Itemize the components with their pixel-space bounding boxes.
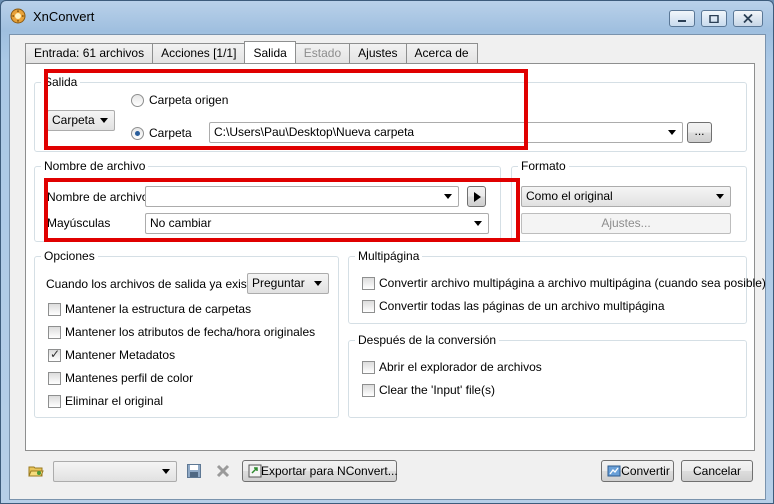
multipage-group: Multipágina Convertir archivo multipágin… bbox=[348, 249, 766, 324]
preset-combo[interactable] bbox=[53, 461, 177, 482]
multipage-to-multipage-label: Convertir archivo multipágina a archivo … bbox=[379, 276, 766, 290]
minimize-button[interactable] bbox=[669, 10, 695, 27]
format-group-title: Formato bbox=[518, 159, 569, 173]
tab-input[interactable]: Entrada: 61 archivos bbox=[25, 43, 154, 63]
export-icon bbox=[248, 464, 262, 478]
convert-all-pages-checkbox[interactable] bbox=[362, 300, 375, 313]
title-bar[interactable]: XnConvert bbox=[1, 1, 773, 31]
tab-output[interactable]: Salida bbox=[244, 41, 296, 63]
maximize-icon bbox=[709, 14, 719, 23]
clear-input-label: Clear the 'Input' file(s) bbox=[379, 383, 495, 397]
if-exists-label: Cuando los archivos de salida ya existan bbox=[46, 277, 264, 291]
delete-icon[interactable] bbox=[215, 463, 231, 479]
chevron-down-icon bbox=[716, 194, 724, 199]
delete-original-label: Eliminar el original bbox=[65, 394, 164, 408]
save-icon[interactable] bbox=[186, 463, 202, 479]
output-tab-panel: Salida Carpeta Carpeta origen Carpeta C:… bbox=[25, 63, 766, 451]
format-value: Como el original bbox=[526, 189, 613, 203]
xnconvert-app-icon bbox=[10, 8, 26, 24]
if-exists-value: Preguntar bbox=[252, 276, 305, 290]
convert-icon bbox=[607, 465, 621, 477]
keep-folder-structure-label: Mantener la estructura de carpetas bbox=[65, 302, 252, 316]
main-client-area: Entrada: 61 archivos Acciones [1/1] Sali… bbox=[9, 34, 766, 500]
chevron-down-icon bbox=[314, 281, 322, 286]
close-icon bbox=[743, 14, 753, 23]
export-nconvert-button[interactable]: Exportar para NConvert... bbox=[242, 460, 398, 482]
after-conversion-group-title: Después de la conversión bbox=[355, 333, 500, 347]
open-explorer-label: Abrir el explorador de archivos bbox=[379, 360, 542, 374]
export-nconvert-label: Exportar para NConvert... bbox=[261, 464, 398, 478]
tab-status: Estado bbox=[294, 43, 351, 63]
open-explorer-checkbox[interactable] bbox=[362, 361, 375, 374]
keep-metadata-checkbox[interactable] bbox=[48, 347, 61, 362]
clear-input-checkbox[interactable] bbox=[362, 384, 375, 397]
window-title: XnConvert bbox=[33, 9, 95, 24]
format-combo[interactable]: Como el original bbox=[521, 186, 731, 207]
convert-label: Convertir bbox=[621, 464, 670, 478]
folder-open-icon[interactable] bbox=[28, 463, 44, 479]
xnconvert-window: XnConvert Entrada: 61 archivos Acciones … bbox=[0, 0, 774, 504]
keep-color-profile-checkbox[interactable] bbox=[48, 372, 61, 385]
after-conversion-group: Después de la conversión Abrir el explor… bbox=[348, 333, 747, 418]
options-group: Opciones Cuando los archivos de salida y… bbox=[34, 249, 339, 418]
if-exists-combo[interactable]: Preguntar bbox=[247, 273, 329, 294]
tab-actions[interactable]: Acciones [1/1] bbox=[152, 43, 246, 63]
browse-button[interactable]: ... bbox=[687, 122, 712, 143]
close-window-button[interactable] bbox=[733, 10, 763, 27]
multipage-to-multipage-checkbox[interactable] bbox=[362, 277, 375, 290]
chevron-down-icon bbox=[668, 130, 676, 135]
minimize-icon bbox=[678, 19, 686, 22]
filename-group-title: Nombre de archivo bbox=[41, 159, 149, 173]
keep-date-attributes-checkbox[interactable] bbox=[48, 326, 61, 339]
format-settings-button: Ajustes... bbox=[521, 213, 731, 234]
highlight-output-box bbox=[44, 69, 528, 150]
keep-date-attributes-label: Mantener los atributos de fecha/hora ori… bbox=[65, 325, 316, 339]
maximize-button[interactable] bbox=[701, 10, 727, 27]
keep-color-profile-label: Mantenes perfil de color bbox=[65, 371, 194, 385]
chevron-down-icon bbox=[162, 469, 170, 474]
format-group: Formato Como el original Ajustes... bbox=[511, 159, 747, 242]
keep-folder-structure-checkbox[interactable] bbox=[48, 303, 61, 316]
tab-settings[interactable]: Ajustes bbox=[349, 43, 407, 63]
multipage-group-title: Multipágina bbox=[355, 249, 423, 263]
options-group-title: Opciones bbox=[41, 249, 98, 263]
convert-button[interactable]: Convertir bbox=[601, 460, 674, 482]
tab-bar: Entrada: 61 archivos Acciones [1/1] Sali… bbox=[25, 41, 478, 63]
convert-all-pages-label: Convertir todas las páginas de un archiv… bbox=[379, 299, 665, 313]
tab-about[interactable]: Acerca de bbox=[405, 43, 478, 63]
cancel-button[interactable]: Cancelar bbox=[681, 460, 753, 482]
keep-metadata-label: Mantener Metadatos bbox=[65, 348, 176, 362]
delete-original-checkbox[interactable] bbox=[48, 395, 61, 408]
highlight-filename-box bbox=[44, 178, 520, 242]
